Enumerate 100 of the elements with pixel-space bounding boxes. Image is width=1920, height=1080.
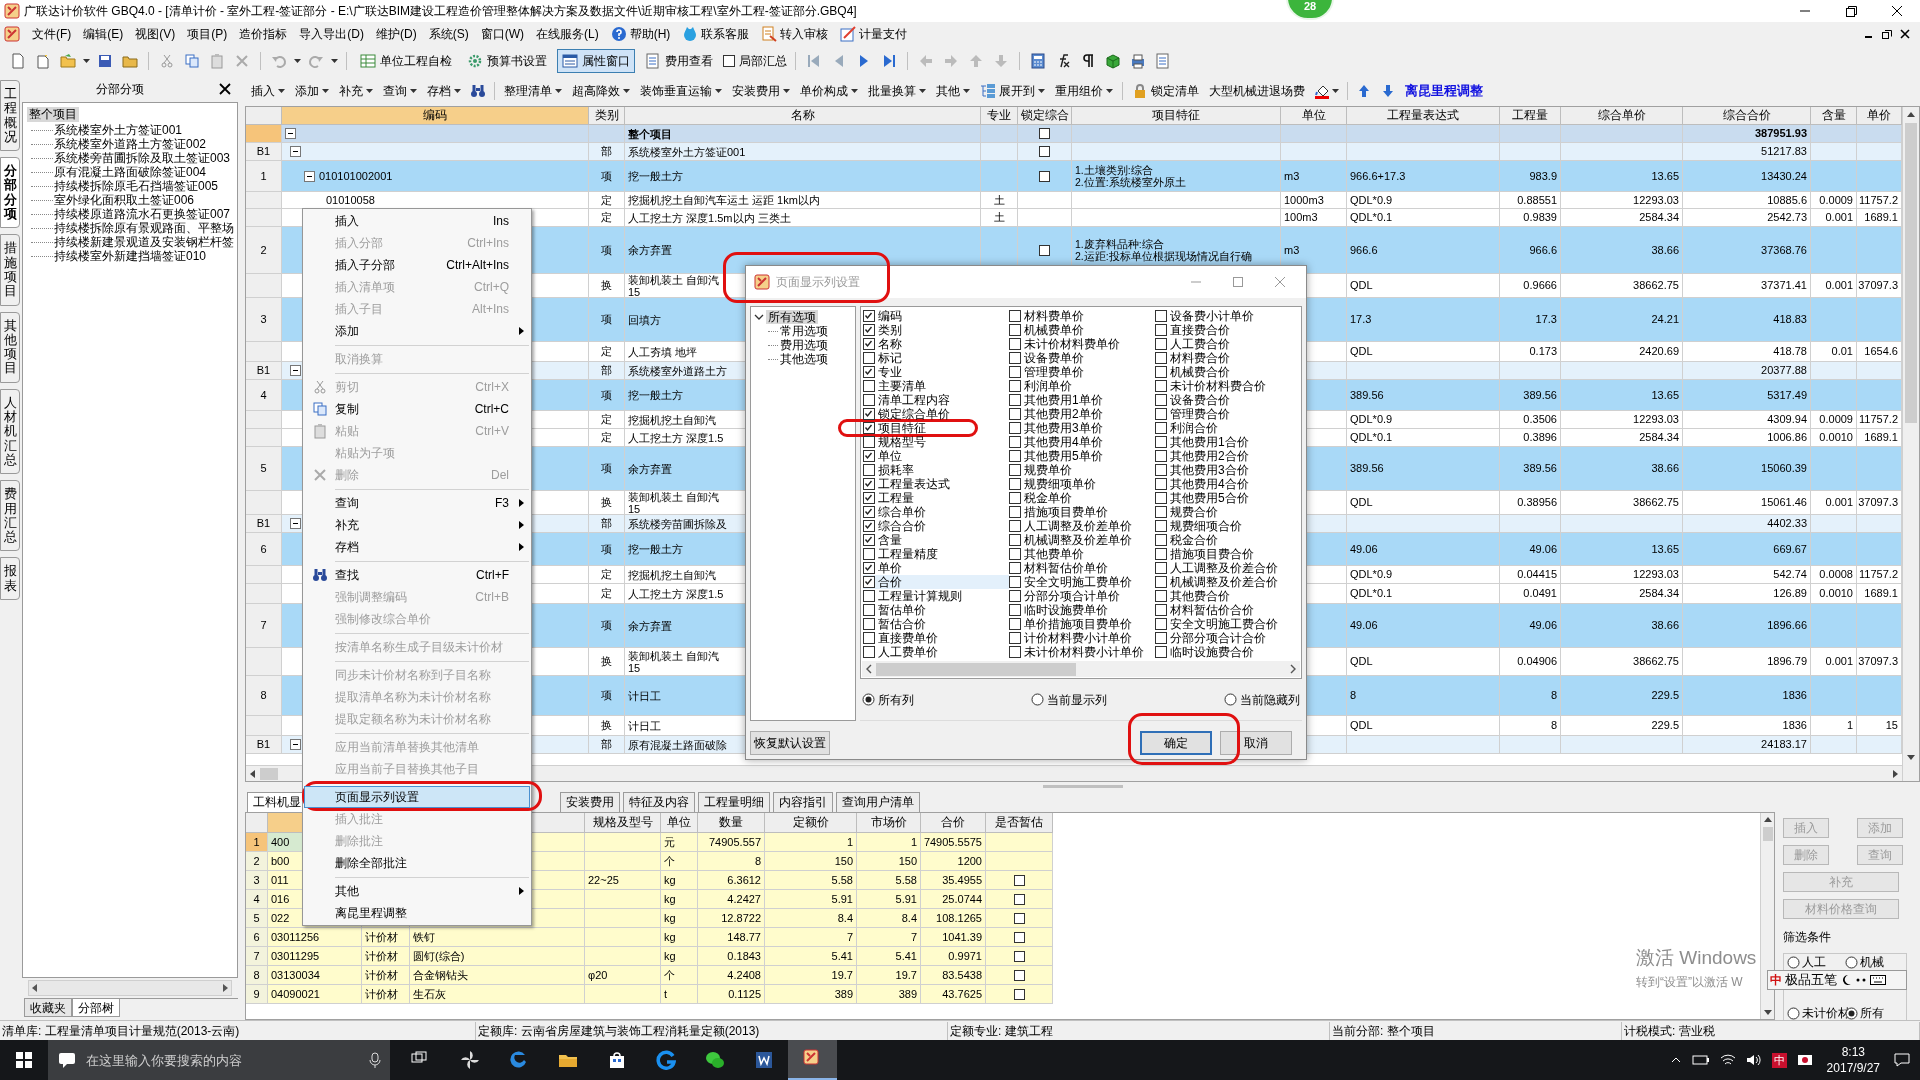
row-header[interactable]: B1 (246, 736, 282, 754)
toolbar-button[interactable]: 锁定清单 (1128, 80, 1203, 102)
checkbox-option[interactable]: 专业 (863, 365, 1009, 379)
tab[interactable]: 查询用户清单 (836, 792, 920, 812)
checkbox-option[interactable]: 分部分项合计单价 (1009, 589, 1155, 603)
tab[interactable]: 特征及内容 (623, 792, 695, 812)
checkbox-option[interactable]: 临时设施费单价 (1009, 603, 1155, 617)
tree-item[interactable]: 系统楼室外土方签证001 (53, 123, 184, 137)
row-header[interactable]: 4 (246, 380, 282, 411)
toolbar-button[interactable]: 超高降效 (568, 80, 634, 102)
checkbox-option[interactable]: 措施项目费合价 (1155, 547, 1301, 561)
menu-item[interactable]: 窗口(W) (474, 23, 530, 45)
column-header[interactable]: 数量 (698, 813, 765, 833)
side-tab[interactable]: 其他项目 (0, 311, 20, 383)
column-header[interactable]: 含量 (1811, 107, 1857, 125)
checkbox-option[interactable]: 综合合价 (863, 519, 1009, 533)
input-method-indicator[interactable]: 中 (1771, 1052, 1787, 1068)
tree-item[interactable]: 持续楼拆除原毛石挡墙签证005 (53, 179, 220, 193)
checkbox-option[interactable]: 标记 (863, 351, 1009, 365)
menu-item[interactable]: 文件(F) (26, 23, 78, 45)
menu-item[interactable]: 造价指标 (233, 23, 294, 45)
toolbar-button[interactable]: 重用组价 (1051, 80, 1117, 102)
side-tab[interactable]: 工程概况 (0, 80, 20, 152)
tree-item[interactable]: 系统楼旁苗圃拆除及取土签证003 (53, 151, 232, 165)
checkbox-option[interactable]: 措施项目费单价 (1009, 505, 1155, 519)
checkbox-option[interactable]: 损耗率 (863, 463, 1009, 477)
checkbox-option[interactable]: 工程量 (863, 491, 1009, 505)
checkbox-option[interactable]: 其他费用1合价 (1155, 435, 1301, 449)
checkbox-option[interactable]: 设备费单价 (1009, 351, 1155, 365)
column-header[interactable]: 工程量表达式 (1347, 107, 1500, 125)
tab[interactable]: 内容指引 (773, 792, 833, 812)
column-header[interactable]: 综合合价 (1683, 107, 1811, 125)
toolbar-button[interactable]: 离昆里程调整 (1401, 80, 1487, 102)
side-tab[interactable]: 措施项目 (0, 234, 20, 306)
menu-item[interactable]: 插入 Ins (304, 210, 530, 232)
checkbox-option[interactable]: 利润合价 (1155, 421, 1301, 435)
checkbox-option[interactable]: 材料费合价 (1155, 351, 1301, 365)
checkbox-option[interactable]: 直接费单价 (863, 631, 1009, 645)
row-header[interactable]: 2 (246, 227, 282, 274)
tree-item[interactable]: 费用选项 (778, 338, 828, 352)
toolbar-button[interactable]: 查询 (379, 80, 421, 102)
checkbox-option[interactable]: 机械费单价 (1009, 323, 1155, 337)
checkbox-option[interactable]: 分部分项合计合价 (1155, 631, 1301, 645)
checkbox-option[interactable]: 工程量精度 (863, 547, 1009, 561)
radio-option[interactable]: 人工 (1787, 955, 1845, 969)
toolbar-button[interactable]: 预算书设置 (462, 49, 552, 73)
column-header[interactable]: 市场价 (857, 813, 921, 833)
menu-item[interactable]: 复制 Ctrl+C (304, 398, 530, 420)
checkbox-option[interactable]: 编码 (863, 309, 1009, 323)
row-header[interactable]: 5 (246, 909, 268, 928)
toolbar-button[interactable]: 属性窗口 (557, 49, 635, 73)
tree-item[interactable]: 室外绿化面积取土签证006 (53, 193, 196, 207)
menu-item[interactable]: 插入子分部 Ctrl+Alt+Ins (304, 254, 530, 276)
row-header[interactable]: 7 (246, 604, 282, 648)
checkbox-option[interactable]: 安全文明施工费合价 (1155, 617, 1301, 631)
toolbar-button[interactable]: 批量换算 (864, 80, 930, 102)
checkbox-option[interactable]: 人工费合价 (1155, 337, 1301, 351)
checkbox-option[interactable]: 单价 (863, 561, 1009, 575)
menu-item[interactable]: 联系客服 (676, 23, 756, 45)
toolbar-button[interactable]: 安装费用 (728, 80, 794, 102)
column-header[interactable]: 项目特征 (1072, 107, 1281, 125)
column-header[interactable]: 合价 (921, 813, 986, 833)
column-header[interactable]: 单位 (1281, 107, 1347, 125)
checkbox-option[interactable]: 项目特征 (863, 421, 1009, 435)
checkbox-option[interactable]: 暂估单价 (863, 603, 1009, 617)
checkbox-option[interactable]: 设备费小计单价 (1155, 309, 1301, 323)
toolbar-button[interactable]: 其他 (932, 80, 974, 102)
checkbox-option[interactable]: 安全文明施工费单价 (1009, 575, 1155, 589)
checkbox-option[interactable]: 其他费单价 (1009, 547, 1155, 561)
row-header[interactable]: B1 (246, 143, 282, 161)
menu-item[interactable]: 转入审核 (755, 23, 835, 45)
checkbox-option[interactable]: 其他费用3合价 (1155, 463, 1301, 477)
radio-option[interactable]: 机械 (1845, 955, 1903, 969)
tree-item[interactable]: 常用选项 (778, 324, 828, 338)
side-tab[interactable]: 报表 (0, 557, 20, 600)
checkbox-option[interactable]: 锁定综合单价 (863, 407, 1009, 421)
menu-item[interactable]: 导入导出(D) (293, 23, 370, 45)
checkbox-option[interactable]: 机械调整及价差单价 (1009, 533, 1155, 547)
checkbox-option[interactable]: 设备费合价 (1155, 393, 1301, 407)
menu-item[interactable]: 计量支付 (834, 23, 914, 45)
checkbox-option[interactable]: 规费合价 (1155, 505, 1301, 519)
toolbar-button[interactable]: 展开到 (976, 80, 1049, 102)
dialog-button[interactable]: 确定 (1140, 731, 1212, 755)
row-header[interactable]: 6 (246, 533, 282, 566)
row-header[interactable]: B1 (246, 362, 282, 380)
checkbox-option[interactable]: 机械调整及价差合价 (1155, 575, 1301, 589)
column-header[interactable]: 工程量 (1500, 107, 1561, 125)
checkbox-option[interactable]: 其他费用4单价 (1009, 435, 1155, 449)
row-header[interactable]: 6 (246, 928, 268, 947)
checkbox-option[interactable]: 材料暂估价单价 (1009, 561, 1155, 575)
row-header[interactable]: 3 (246, 871, 268, 890)
tree-item[interactable]: 原有混凝土路面破除签证004 (53, 165, 208, 179)
checkbox-option[interactable]: 税金单价 (1009, 491, 1155, 505)
summary-checkbox[interactable]: 局部汇总 (723, 52, 787, 70)
tab[interactable]: 安装费用 (560, 792, 620, 812)
row-header[interactable]: 5 (246, 447, 282, 491)
column-header[interactable]: 综合单价 (1561, 107, 1683, 125)
tree-item[interactable]: 整个项目 (27, 107, 79, 122)
checkbox-option[interactable]: 其他费用5合价 (1155, 491, 1301, 505)
toolbar-button[interactable]: 添加 (291, 80, 333, 102)
